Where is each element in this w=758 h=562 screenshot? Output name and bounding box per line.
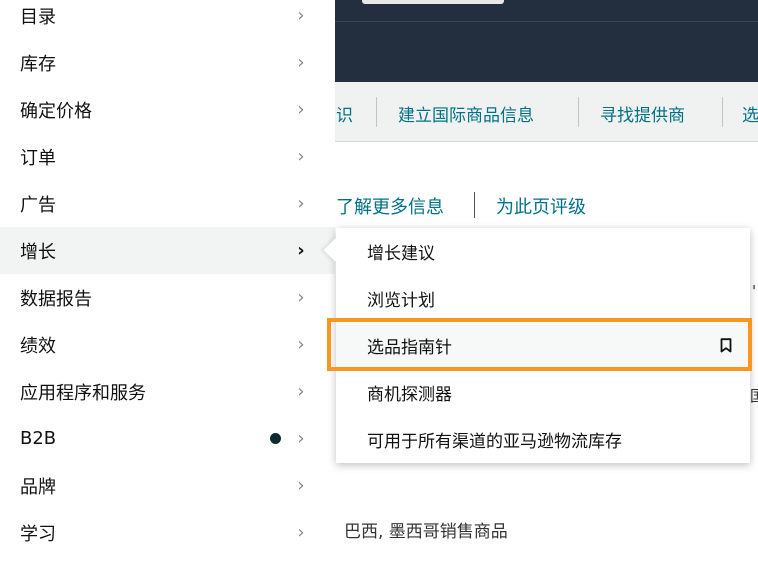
submenu-item-label: 浏览计划 [367, 291, 435, 311]
submenu-item-label: 增长建议 [367, 244, 435, 264]
chevron-right-icon: › [297, 286, 305, 308]
chevron-right-icon: › [297, 521, 305, 543]
subnav-separator [578, 97, 579, 127]
link-separator [474, 192, 475, 218]
subnav-separator [376, 97, 377, 127]
menu-item-label: 增长 [20, 241, 56, 263]
chevron-right-icon: › [297, 145, 305, 167]
chevron-right-icon: › [297, 474, 305, 496]
chevron-right-icon: › [297, 333, 305, 355]
menu-item-label: 品牌 [20, 476, 56, 498]
menu-item-label: 学习 [20, 523, 56, 545]
submenu-item-opportunity-explorer[interactable]: 商机探测器 [336, 369, 750, 416]
chevron-right-icon: › [297, 192, 305, 214]
menu-item-brands[interactable]: 品牌 › [0, 462, 335, 509]
menu-item-catalog[interactable]: 目录 › [0, 0, 335, 39]
search-box[interactable] [362, 0, 504, 4]
menu-item-pricing[interactable]: 确定价格 › [0, 86, 335, 133]
menu-item-b2b[interactable]: B2B › [0, 415, 335, 462]
menu-item-advertising[interactable]: 广告 › [0, 180, 335, 227]
menu-item-reports[interactable]: 数据报告 › [0, 274, 335, 321]
menu-item-label: 广告 [20, 194, 56, 216]
background-fragment: ' [752, 282, 757, 300]
learn-more-link[interactable]: 了解更多信息 [336, 193, 444, 219]
menu-item-label: 库存 [20, 53, 56, 75]
menu-item-learn[interactable]: 学习 › [0, 509, 335, 556]
subnav-link-partial-right[interactable]: 选 [742, 101, 758, 126]
menu-item-label: 订单 [20, 147, 56, 169]
chevron-right-icon: › [297, 427, 305, 449]
menu-item-orders[interactable]: 订单 › [0, 133, 335, 180]
menu-item-apps-services[interactable]: 应用程序和服务 › [0, 368, 335, 415]
submenu-item-multichannel-fba[interactable]: 可用于所有渠道的亚马逊物流库存 [336, 416, 750, 463]
growth-submenu: 增长建议 浏览计划 选品指南针 商机探测器 可用于所有渠道的亚马逊物流库存 [336, 228, 750, 463]
submenu-item-growth-suggestions[interactable]: 增长建议 [336, 228, 750, 275]
chevron-right-icon: › [297, 4, 305, 26]
notification-dot-icon [270, 433, 281, 444]
chevron-right-icon: › [297, 98, 305, 120]
bookmark-icon[interactable] [720, 338, 732, 353]
menu-item-label: 目录 [20, 6, 56, 28]
main-navigation-menu: 目录 › 库存 › 确定价格 › 订单 › 广告 › 增长 › 数据报告 › 绩… [0, 0, 335, 562]
submenu-item-browse-plan[interactable]: 浏览计划 [336, 275, 750, 322]
submenu-item-label: 选品指南针 [367, 338, 452, 358]
submenu-item-label: 可用于所有渠道的亚马逊物流库存 [367, 432, 622, 452]
submenu-item-label: 商机探测器 [367, 385, 452, 405]
rate-page-link[interactable]: 为此页评级 [496, 193, 586, 219]
chevron-right-icon: › [297, 380, 305, 402]
menu-item-performance[interactable]: 绩效 › [0, 321, 335, 368]
subnav-separator [722, 97, 723, 127]
menu-item-label: 确定价格 [20, 100, 92, 122]
chevron-right-icon: › [297, 51, 305, 73]
subnav-link-partial[interactable]: 识 [336, 101, 353, 126]
submenu-item-product-compass[interactable]: 选品指南针 [336, 322, 750, 369]
subnav-link-build-international[interactable]: 建立国际商品信息 [398, 101, 534, 126]
chevron-right-icon: › [297, 239, 305, 261]
menu-item-inventory[interactable]: 库存 › [0, 39, 335, 86]
menu-item-growth[interactable]: 增长 › [0, 227, 335, 274]
menu-item-label: 应用程序和服务 [20, 382, 146, 404]
background-text: 巴西, 墨西哥销售商品 [344, 522, 508, 542]
menu-item-label: B2B [20, 428, 57, 449]
background-fragment: 国 [750, 387, 758, 405]
subnav-link-find-provider[interactable]: 寻找提供商 [600, 101, 685, 126]
menu-item-label: 绩效 [20, 335, 56, 357]
menu-item-label: 数据报告 [20, 288, 92, 310]
